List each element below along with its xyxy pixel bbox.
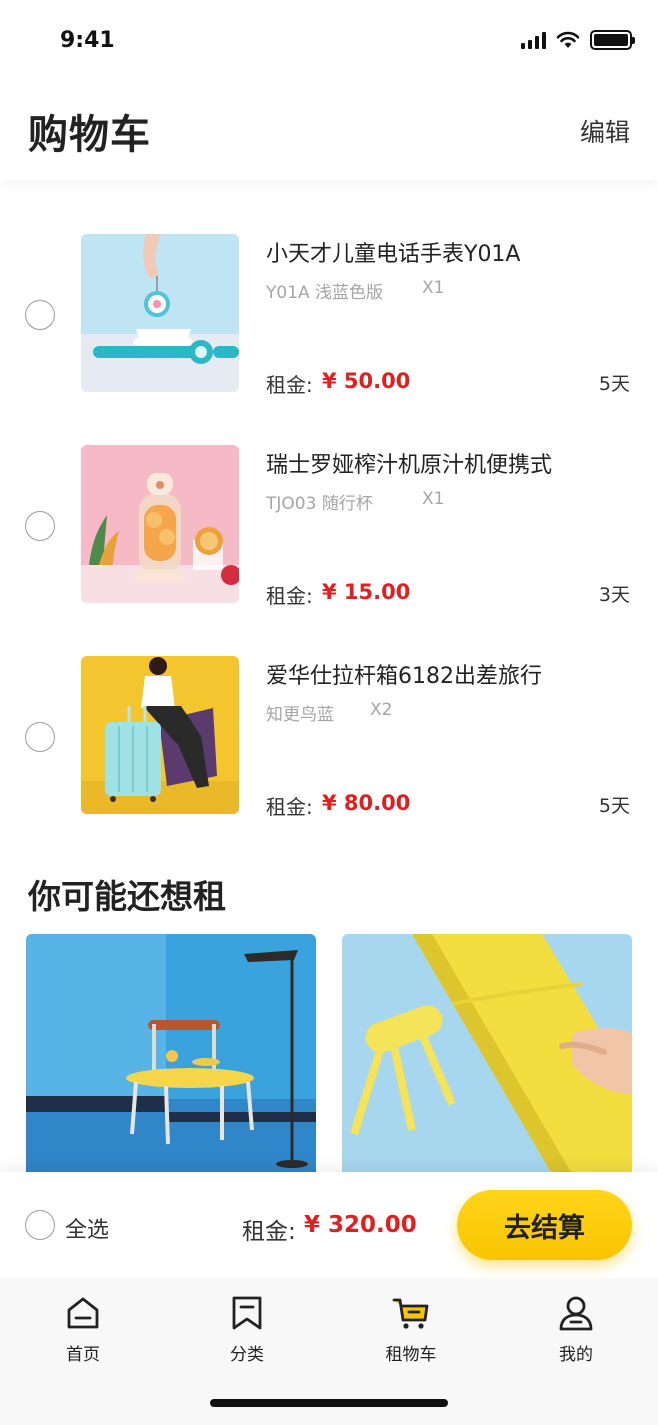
tab-profile-label: 我的 [559,1345,593,1365]
recommend-card-notebook[interactable] [342,934,632,1174]
product-image-watch[interactable] [81,234,239,392]
select-all-radio[interactable] [25,1210,55,1240]
item-select-radio[interactable] [25,511,55,541]
cart-item: 爱华仕拉杆箱6182出差旅行 知更鸟蓝 X2 租金: ¥ 80.00 5天 [0,656,658,819]
item-price: ¥ 80.00 [322,791,411,815]
checkout-bar: 全选 租金: ¥ 320.00 去结算 [0,1172,658,1278]
home-icon [67,1297,99,1329]
item-name[interactable]: 爱华仕拉杆箱6182出差旅行 [266,658,542,690]
tab-home-label: 首页 [66,1345,100,1365]
cart-item: 瑞士罗娅榨汁机原汁机便携式 TJO03 随行杯 X1 租金: ¥ 15.00 3… [0,445,658,608]
bookmark-icon [232,1296,262,1330]
tab-bar: 首页 分类 租物车 我的 [0,1278,658,1425]
home-indicator [210,1399,448,1407]
item-select-radio[interactable] [25,722,55,752]
item-price-label: 租金: [266,373,313,397]
user-icon [559,1296,593,1331]
checkout-button[interactable]: 去结算 [457,1190,632,1260]
recommend-title: 你可能还想租 [28,877,226,916]
item-name[interactable]: 小天才儿童电话手表Y01A [266,236,520,268]
page-title: 购物车 [28,112,151,158]
total-price: ¥ 320.00 [304,1212,417,1238]
tab-home[interactable]: 首页 [33,1294,133,1374]
cellular-signal-icon [521,31,546,49]
status-time: 9:41 [60,28,115,53]
status-bar: 9:41 [0,0,658,88]
cart-item: 小天才儿童电话手表Y01A Y01A 浅蓝色版 X1 租金: ¥ 50.00 5… [0,234,658,397]
tab-profile[interactable]: 我的 [526,1294,626,1374]
recommend-card-table[interactable] [26,934,316,1174]
item-price-label: 租金: [266,584,313,608]
item-spec: TJO03 随行杯 [266,494,373,514]
item-price: ¥ 50.00 [322,369,411,393]
header: 购物车 编辑 [0,88,658,180]
edit-button[interactable]: 编辑 [580,113,630,149]
item-quantity: X1 [422,278,445,298]
product-image-suitcase[interactable] [81,656,239,814]
tab-category[interactable]: 分类 [197,1294,297,1374]
item-select-radio[interactable] [25,300,55,330]
select-all-label[interactable]: 全选 [65,1212,109,1244]
item-rental-days: 5天 [598,795,630,817]
status-icons [521,30,635,50]
item-name[interactable]: 瑞士罗娅榨汁机原汁机便携式 [266,447,552,479]
battery-icon [590,30,635,50]
cart-icon [392,1298,429,1329]
item-rental-days: 3天 [598,584,630,606]
item-quantity: X1 [422,489,445,509]
product-image-juicer[interactable] [81,445,239,603]
wifi-icon [556,31,580,48]
item-rental-days: 5天 [598,373,630,395]
total-price-label: 租金: [242,1219,296,1245]
item-spec: 知更鸟蓝 [266,705,334,725]
item-spec: Y01A 浅蓝色版 [266,283,384,303]
item-price: ¥ 15.00 [322,580,411,604]
item-price-label: 租金: [266,795,313,819]
item-quantity: X2 [370,700,393,720]
tab-cart-label: 租物车 [385,1345,437,1365]
tab-cart[interactable]: 租物车 [361,1294,461,1374]
tab-category-label: 分类 [230,1345,264,1365]
